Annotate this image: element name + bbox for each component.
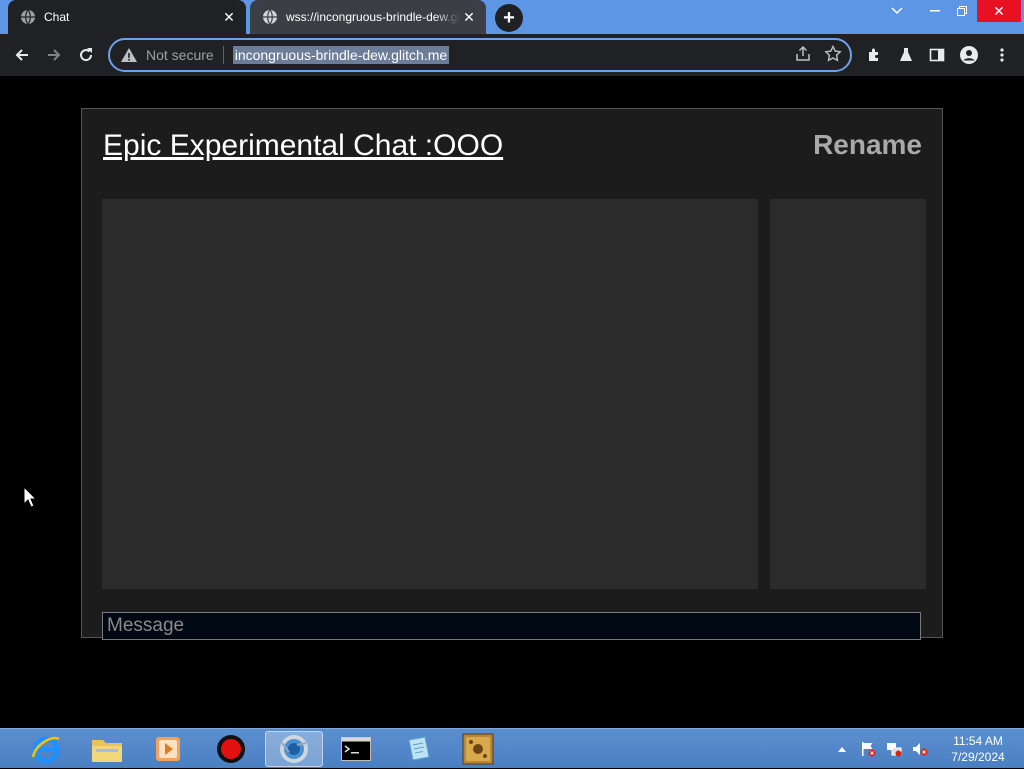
- clock-date: 7/29/2024: [951, 750, 1005, 764]
- share-icon[interactable]: [794, 45, 812, 63]
- url-text[interactable]: incongruous-brindle-dew.glitch.me: [232, 46, 450, 64]
- profile-icon[interactable]: [956, 42, 982, 68]
- network-icon[interactable]: [886, 741, 902, 757]
- divider: [222, 46, 224, 64]
- reload-icon[interactable]: [73, 42, 99, 68]
- security-label[interactable]: Not secure: [146, 47, 214, 63]
- messages-pane[interactable]: [102, 199, 758, 589]
- back-icon[interactable]: [9, 42, 35, 68]
- chat-panel: Epic Experimental Chat :OOO Rename: [81, 108, 943, 638]
- notepad-icon[interactable]: [389, 731, 447, 767]
- system-tray: 11:54 AM 7/29/2024: [834, 729, 1024, 769]
- globe-icon: [21, 9, 35, 25]
- rename-button[interactable]: Rename: [813, 129, 922, 161]
- chrome-icon[interactable]: [265, 731, 323, 767]
- tab-title: Chat: [44, 10, 70, 24]
- close-tab-icon[interactable]: ✕: [220, 8, 238, 26]
- internet-explorer-icon[interactable]: [17, 731, 75, 767]
- warning-icon: [121, 48, 137, 62]
- action-center-flag-icon[interactable]: [860, 741, 876, 757]
- clock-time: 11:54 AM: [953, 734, 1003, 748]
- new-tab-button[interactable]: +: [495, 4, 523, 32]
- extensions-icon[interactable]: [861, 42, 887, 68]
- labs-flask-icon[interactable]: [893, 42, 919, 68]
- volume-muted-icon[interactable]: [912, 741, 928, 757]
- close-tab-icon[interactable]: ✕: [460, 8, 478, 26]
- users-pane[interactable]: [770, 199, 926, 589]
- record-app-icon[interactable]: [202, 731, 260, 767]
- tab-chat[interactable]: Chat ✕: [8, 0, 246, 34]
- show-hidden-icons-icon[interactable]: [834, 741, 850, 757]
- dosbox-icon[interactable]: [449, 731, 507, 767]
- globe-icon: [263, 9, 277, 25]
- tab-strip: Chat ✕ wss://incongruous-brindle-dew.gli…: [0, 0, 1024, 34]
- file-explorer-icon[interactable]: [78, 731, 136, 767]
- browser-toolbar: Not secure incongruous-brindle-dew.glitc…: [0, 34, 1024, 76]
- forward-icon[interactable]: [41, 42, 67, 68]
- side-panel-icon[interactable]: [924, 42, 950, 68]
- close-window-button[interactable]: ✕: [977, 0, 1021, 22]
- bookmark-star-icon[interactable]: [824, 45, 842, 63]
- show-desktop-button[interactable]: [1018, 729, 1024, 769]
- page-title: Epic Experimental Chat :OOO: [103, 129, 504, 162]
- address-bar[interactable]: Not secure incongruous-brindle-dew.glitc…: [108, 38, 852, 72]
- taskbar: 11:54 AM 7/29/2024: [0, 728, 1024, 768]
- tab-title: wss://incongruous-brindle-dew.glitch.me: [286, 10, 460, 24]
- mouse-cursor-icon: [23, 486, 37, 508]
- tab-websocket[interactable]: wss://incongruous-brindle-dew.glitch.me …: [250, 0, 486, 34]
- restore-button[interactable]: [945, 0, 979, 22]
- clock[interactable]: 11:54 AM 7/29/2024: [938, 733, 1018, 765]
- page-content: Epic Experimental Chat :OOO Rename: [0, 76, 1024, 728]
- command-prompt-icon[interactable]: [327, 731, 385, 767]
- tab-search-icon[interactable]: [880, 0, 914, 22]
- menu-kebab-icon[interactable]: [989, 42, 1015, 68]
- message-input[interactable]: [102, 612, 921, 640]
- media-player-icon[interactable]: [139, 731, 197, 767]
